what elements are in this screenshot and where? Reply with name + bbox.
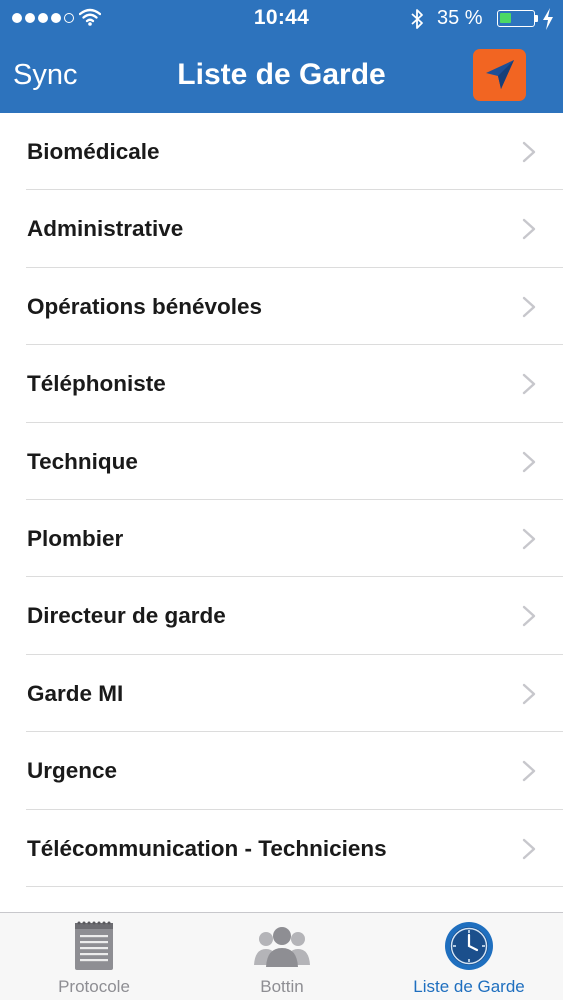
battery-tip [535, 15, 538, 22]
bluetooth-icon [411, 9, 423, 29]
list-item[interactable]: Biomédicale [0, 113, 563, 191]
list-item-label: Administrative [27, 216, 184, 242]
charging-bolt-icon [543, 8, 553, 30]
list-item[interactable]: Technique [0, 423, 563, 501]
tab-label: Bottin [260, 977, 304, 996]
header: 10:44 35 % Sync Liste de Garde [0, 0, 563, 113]
status-bar: 10:44 35 % [0, 0, 563, 38]
chevron-right-icon [522, 683, 536, 704]
list-item-label: Téléphoniste [27, 371, 166, 397]
chevron-right-icon [522, 760, 536, 782]
list-item[interactable]: Directeur de garde [0, 577, 563, 656]
list-item-label: Télécommunication - Techniciens [27, 835, 387, 861]
tab-protocole[interactable]: Protocole [0, 913, 188, 1001]
chevron-right-icon [522, 141, 536, 163]
chevron-right-icon [522, 296, 536, 317]
on-call-list: Biomédicale Administrative Opérations béné… [0, 113, 563, 912]
list-item[interactable]: Garde MI [0, 655, 563, 733]
list-item-label: Opérations bénévoles [27, 293, 263, 319]
nav-bar: Sync Liste de Garde [0, 38, 563, 113]
list-item[interactable]: Urgence [0, 732, 563, 810]
battery-level [500, 13, 511, 23]
list-item-label: Garde MI [27, 680, 124, 706]
tab-bottin[interactable]: Bottin [188, 913, 376, 1001]
battery-percent: 35 % [437, 7, 483, 29]
tab-bar: Protocole Bottin Liste de Garde [0, 912, 563, 1000]
location-arrow-icon [486, 60, 514, 89]
list-item[interactable] [0, 887, 563, 912]
chevron-right-icon [522, 451, 536, 472]
chevron-right-icon [522, 838, 536, 859]
tab-liste-de-garde[interactable]: Liste de Garde [375, 913, 563, 1001]
list-item-label: Plombier [27, 525, 124, 551]
list-item-label: Urgence [27, 758, 118, 784]
list-item[interactable]: Plombier [0, 500, 563, 578]
list-item[interactable]: Téléphoniste [0, 345, 563, 423]
list-item-label: Biomédicale [27, 139, 160, 164]
locate-button[interactable] [473, 49, 526, 101]
chevron-right-icon [522, 528, 536, 550]
list-item-label: Technique [27, 448, 138, 474]
list-item[interactable]: Opérations bénévoles [0, 268, 563, 346]
list-item[interactable]: Télécommunication - Techniciens [0, 810, 563, 888]
chevron-right-icon [522, 606, 536, 627]
list-item[interactable]: Administrative [0, 190, 563, 269]
clock-icon [445, 922, 493, 970]
people-icon [254, 927, 310, 967]
chevron-right-icon [522, 373, 536, 395]
notepad-icon [75, 921, 113, 970]
tab-label: Liste de Garde [413, 977, 525, 996]
chevron-right-icon [522, 219, 536, 240]
tab-label: Protocole [58, 977, 130, 996]
battery-icon [497, 10, 535, 27]
list-item-label: Directeur de garde [27, 603, 226, 629]
